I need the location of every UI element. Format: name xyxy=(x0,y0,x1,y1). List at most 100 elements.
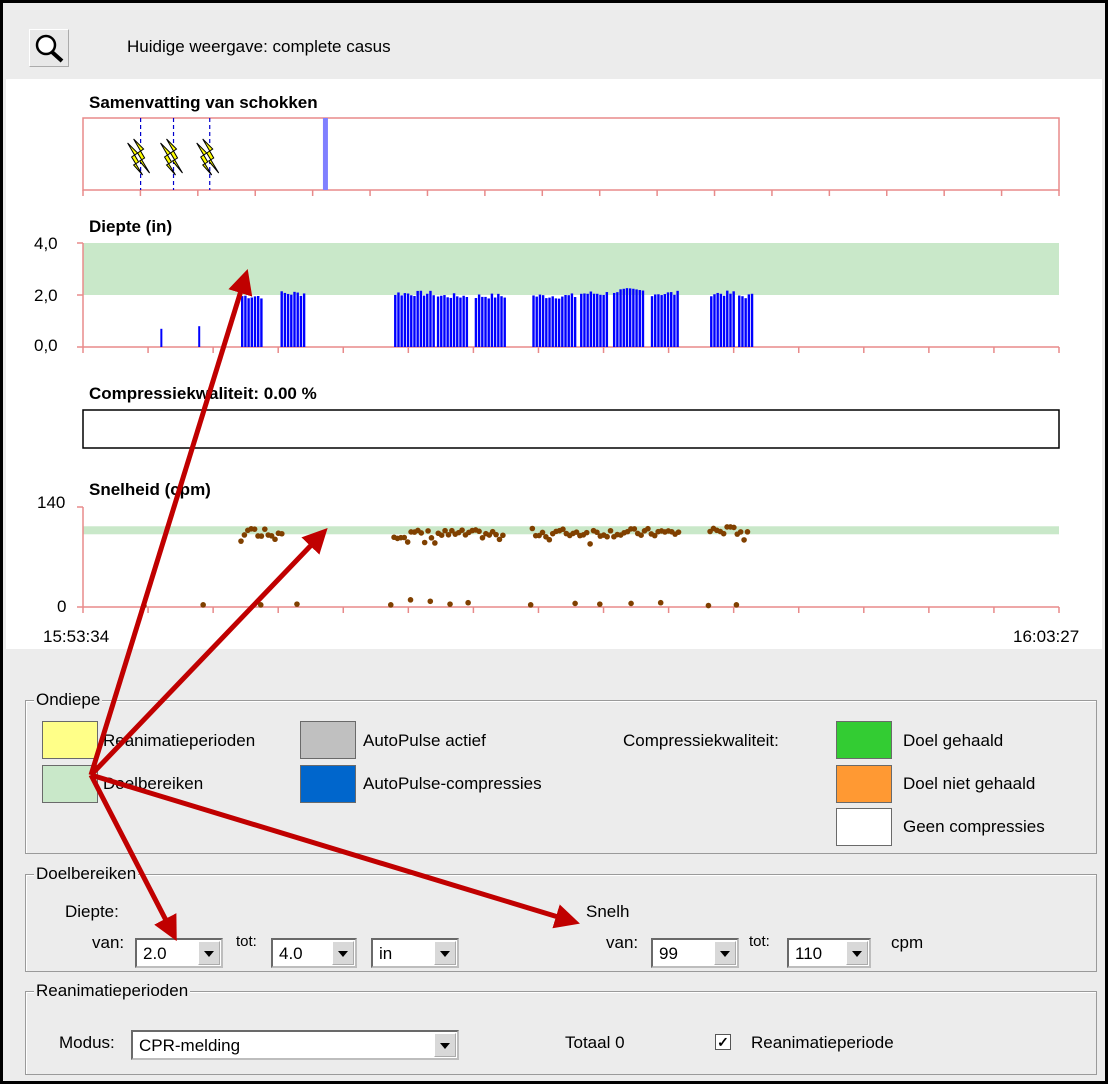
legend-swatch-goal-met xyxy=(836,721,892,759)
rate-point xyxy=(425,528,431,534)
depth-bar xyxy=(250,297,254,347)
rate-point xyxy=(272,536,278,543)
depth-bar xyxy=(432,295,435,347)
chevron-down-icon[interactable] xyxy=(846,941,868,965)
rate-point xyxy=(583,529,590,536)
rate-point xyxy=(279,530,285,537)
depth-bar xyxy=(750,293,754,347)
cpr-group-title: Reanimatieperioden xyxy=(34,981,191,1001)
chevron-down-icon[interactable] xyxy=(434,1033,456,1057)
rate-point xyxy=(432,540,438,546)
rate-range-label: Snelh xyxy=(586,902,630,921)
rate-point xyxy=(447,601,453,607)
legend-group-title: Ondiepe xyxy=(34,690,103,710)
rate-from-select[interactable]: 99 xyxy=(651,938,739,968)
depth-bar xyxy=(628,288,632,347)
depth-bar xyxy=(419,290,423,347)
rate-point xyxy=(657,599,664,606)
depth-to-select[interactable]: 4.0 xyxy=(271,938,357,968)
chevron-down-icon[interactable] xyxy=(714,941,736,965)
zoom-button[interactable] xyxy=(29,29,69,67)
quality-title: Compressiekwaliteit: 0.00 % xyxy=(89,384,317,403)
depth-unit-value: in xyxy=(379,944,393,963)
cpr-period-checkbox-label: Reanimatieperiode xyxy=(751,1033,894,1052)
depth-bar xyxy=(500,296,503,347)
depth-bar xyxy=(622,288,625,347)
depth-bar xyxy=(554,298,558,347)
depth-bar xyxy=(459,297,462,347)
chevron-down-icon[interactable] xyxy=(198,941,220,965)
rate-to-label: tot: xyxy=(749,933,770,950)
chevron-down-icon[interactable] xyxy=(434,941,456,965)
rate-point xyxy=(645,525,651,532)
depth-bar xyxy=(241,296,244,347)
rate-to-value: 110 xyxy=(795,944,823,963)
depth-bar xyxy=(253,296,257,347)
depth-bar xyxy=(564,295,567,347)
total-label: Totaal 0 xyxy=(565,1033,625,1052)
depth-unit-select[interactable]: in xyxy=(371,938,459,968)
depth-bar xyxy=(592,293,596,347)
depth-bar xyxy=(657,294,660,347)
depth-bar xyxy=(456,296,459,347)
depth-bar xyxy=(400,295,403,347)
depth-bar xyxy=(619,289,622,347)
depth-bar xyxy=(573,297,577,347)
depth-bar xyxy=(452,293,456,347)
charts-svg xyxy=(77,117,1060,613)
cpr-period-checkbox[interactable]: ✓ xyxy=(715,1034,731,1050)
rate-point xyxy=(604,533,610,540)
rate-point xyxy=(465,599,471,606)
depth-bar xyxy=(541,295,545,347)
depth-bar xyxy=(596,293,599,347)
chart-panel xyxy=(6,79,1102,649)
app-window: Huidige weergave: complete casus Samenva… xyxy=(0,0,1108,1084)
depth-bar xyxy=(426,293,429,347)
rate-to-select[interactable]: 110 xyxy=(787,938,871,968)
depth-bar xyxy=(247,298,250,347)
depth-bar xyxy=(635,289,638,347)
depth-to-value: 4.0 xyxy=(279,944,303,963)
depth-from-select[interactable]: 2.0 xyxy=(135,938,223,968)
depth-bar xyxy=(436,296,440,347)
rate-point xyxy=(607,527,614,534)
rate-point xyxy=(560,526,566,533)
rate-point xyxy=(597,601,603,607)
depth-bar xyxy=(497,293,500,347)
rate-title: Snelheid (cpm) xyxy=(89,480,211,499)
legend-label-no-compressions: Geen compressies xyxy=(903,817,1045,836)
rate-point xyxy=(476,528,482,535)
depth-bar xyxy=(716,292,719,347)
depth-bar xyxy=(713,294,716,347)
legend-swatch-autopulse-active xyxy=(300,721,356,759)
chevron-down-icon[interactable] xyxy=(332,941,354,965)
rate-from-label: van: xyxy=(606,933,639,952)
shocks-title: Samenvatting van schokken xyxy=(89,93,318,112)
depth-bar xyxy=(293,291,296,347)
depth-bar xyxy=(616,292,619,347)
legend-label-goal-not-met: Doel niet gehaald xyxy=(903,774,1036,793)
depth-bar xyxy=(650,296,654,347)
depth-bar xyxy=(290,294,293,347)
depth-bar xyxy=(397,292,400,347)
rate-point xyxy=(418,530,425,536)
time-start-label: 15:53:34 xyxy=(43,627,110,646)
legend-label-autopulse-active: AutoPulse actief xyxy=(363,731,486,750)
depth-bar xyxy=(429,290,432,347)
depth-bar xyxy=(160,328,163,347)
rate-point xyxy=(731,524,737,531)
rate-point xyxy=(427,598,434,605)
depth-bar xyxy=(477,294,481,347)
rate-point xyxy=(421,539,428,546)
time-end-label: 16:03:27 xyxy=(1013,627,1080,646)
depth-bar xyxy=(557,298,561,347)
depth-bar xyxy=(446,297,449,347)
rate-point xyxy=(572,600,578,607)
rate-point xyxy=(238,538,244,544)
depth-bar xyxy=(406,293,410,347)
rate-point xyxy=(737,529,744,535)
depth-bar xyxy=(583,293,586,347)
depth-bar xyxy=(484,296,487,347)
depth-bar xyxy=(481,296,484,347)
mode-select[interactable]: CPR-melding xyxy=(131,1030,459,1060)
